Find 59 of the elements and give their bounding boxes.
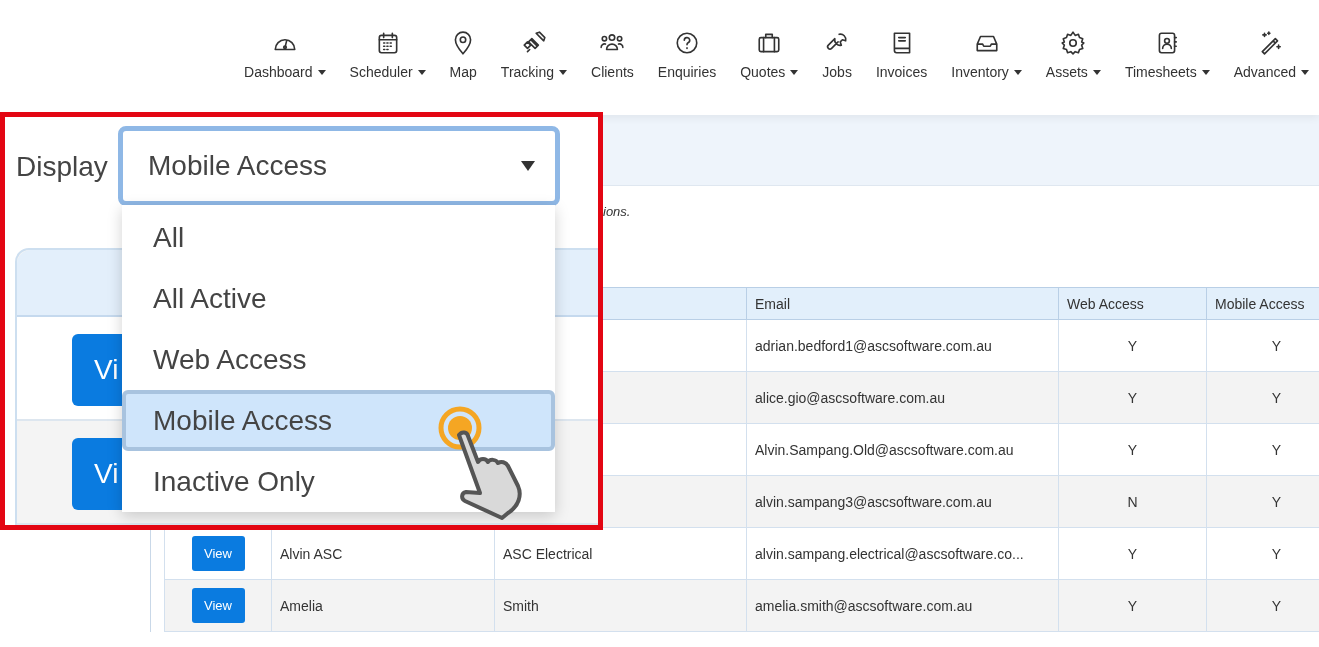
gauge-icon — [274, 38, 296, 51]
table-cell: alice.gio@ascsoftware.com.au — [755, 389, 946, 406]
table-cell: alvin.sampang.electrical@ascsoftware.co... — [755, 545, 1024, 562]
book-icon — [893, 32, 910, 54]
table-cell: Y — [1271, 493, 1282, 510]
table-cell: Y — [1127, 545, 1138, 562]
table-cell: Y — [1127, 337, 1138, 354]
table-cell: Smith — [503, 597, 539, 614]
table-cell: Y — [1271, 545, 1282, 562]
inbox-tray-icon — [976, 35, 998, 52]
settings-icon — [1061, 31, 1085, 55]
nav-menu-item[interactable]: Invoices — [875, 30, 928, 80]
satellite-icon — [523, 31, 546, 53]
nav-menu-item[interactable]: Timesheets — [1124, 30, 1210, 80]
nav-menu-item[interactable]: Inventory — [951, 30, 1022, 80]
question-icon — [676, 32, 698, 54]
table-cell: Y — [1271, 597, 1282, 614]
column-header: Web Access — [1058, 287, 1207, 320]
table-cell: Alvin ASC — [280, 545, 343, 562]
table-cell: Y — [1271, 441, 1282, 458]
nav-menu-item[interactable]: Advanced — [1233, 30, 1309, 80]
nav-menu-item[interactable]: Tracking — [500, 30, 567, 80]
table-cell: alvin.sampang3@ascsoftware.com.au — [755, 493, 992, 510]
nav-menu-item[interactable]: Quotes — [740, 30, 799, 80]
people-icon — [600, 34, 625, 51]
nav-menu-item[interactable]: Assets — [1045, 30, 1101, 80]
dropdown-option[interactable]: Mobile Access — [122, 390, 555, 451]
nav-menu-item[interactable]: Enquiries — [657, 30, 717, 80]
column-header: Mobile Access — [1206, 287, 1319, 320]
display-select[interactable]: Mobile Access — [118, 126, 560, 206]
display-label: Display — [16, 151, 108, 183]
dropdown-option[interactable]: All — [122, 207, 555, 268]
column-header: Email — [746, 287, 1059, 320]
nav-menu-item[interactable]: Map — [449, 30, 477, 80]
dropdown-option[interactable]: All Active — [122, 268, 555, 329]
caret-icon — [521, 161, 535, 171]
table-cell: Amelia — [280, 597, 323, 614]
calendar-icon — [378, 32, 398, 54]
magic-wand-icon — [1261, 31, 1282, 55]
table-cell: ASC Electrical — [503, 545, 593, 562]
briefcase-icon — [758, 33, 780, 53]
table-cell: amelia.smith@ascsoftware.com.au — [755, 597, 973, 614]
contact-book-icon — [1158, 32, 1178, 54]
table-cell: Y — [1271, 389, 1282, 406]
nav-menu-item[interactable]: Jobs — [822, 30, 852, 80]
map-pin-icon — [454, 31, 472, 55]
table-cell: adrian.bedford1@ascsoftware.com.au — [755, 337, 992, 354]
table-cell: Y — [1271, 337, 1282, 354]
nav-menu-item[interactable]: Clients — [591, 30, 634, 80]
view-button[interactable]: View — [191, 536, 245, 571]
table-cell: Y — [1127, 389, 1138, 406]
table-cell: N — [1127, 493, 1138, 510]
table-cell: Y — [1127, 441, 1138, 458]
info-text: ions. — [603, 204, 631, 219]
view-button[interactable]: View — [191, 588, 245, 623]
nav-menu-item[interactable]: Dashboard — [244, 30, 326, 80]
nav-menu-item[interactable]: Scheduler — [349, 30, 426, 80]
table-cell: Y — [1127, 597, 1138, 614]
table-cell: Alvin.Sampang.Old@ascsoftware.com.au — [755, 441, 1014, 458]
